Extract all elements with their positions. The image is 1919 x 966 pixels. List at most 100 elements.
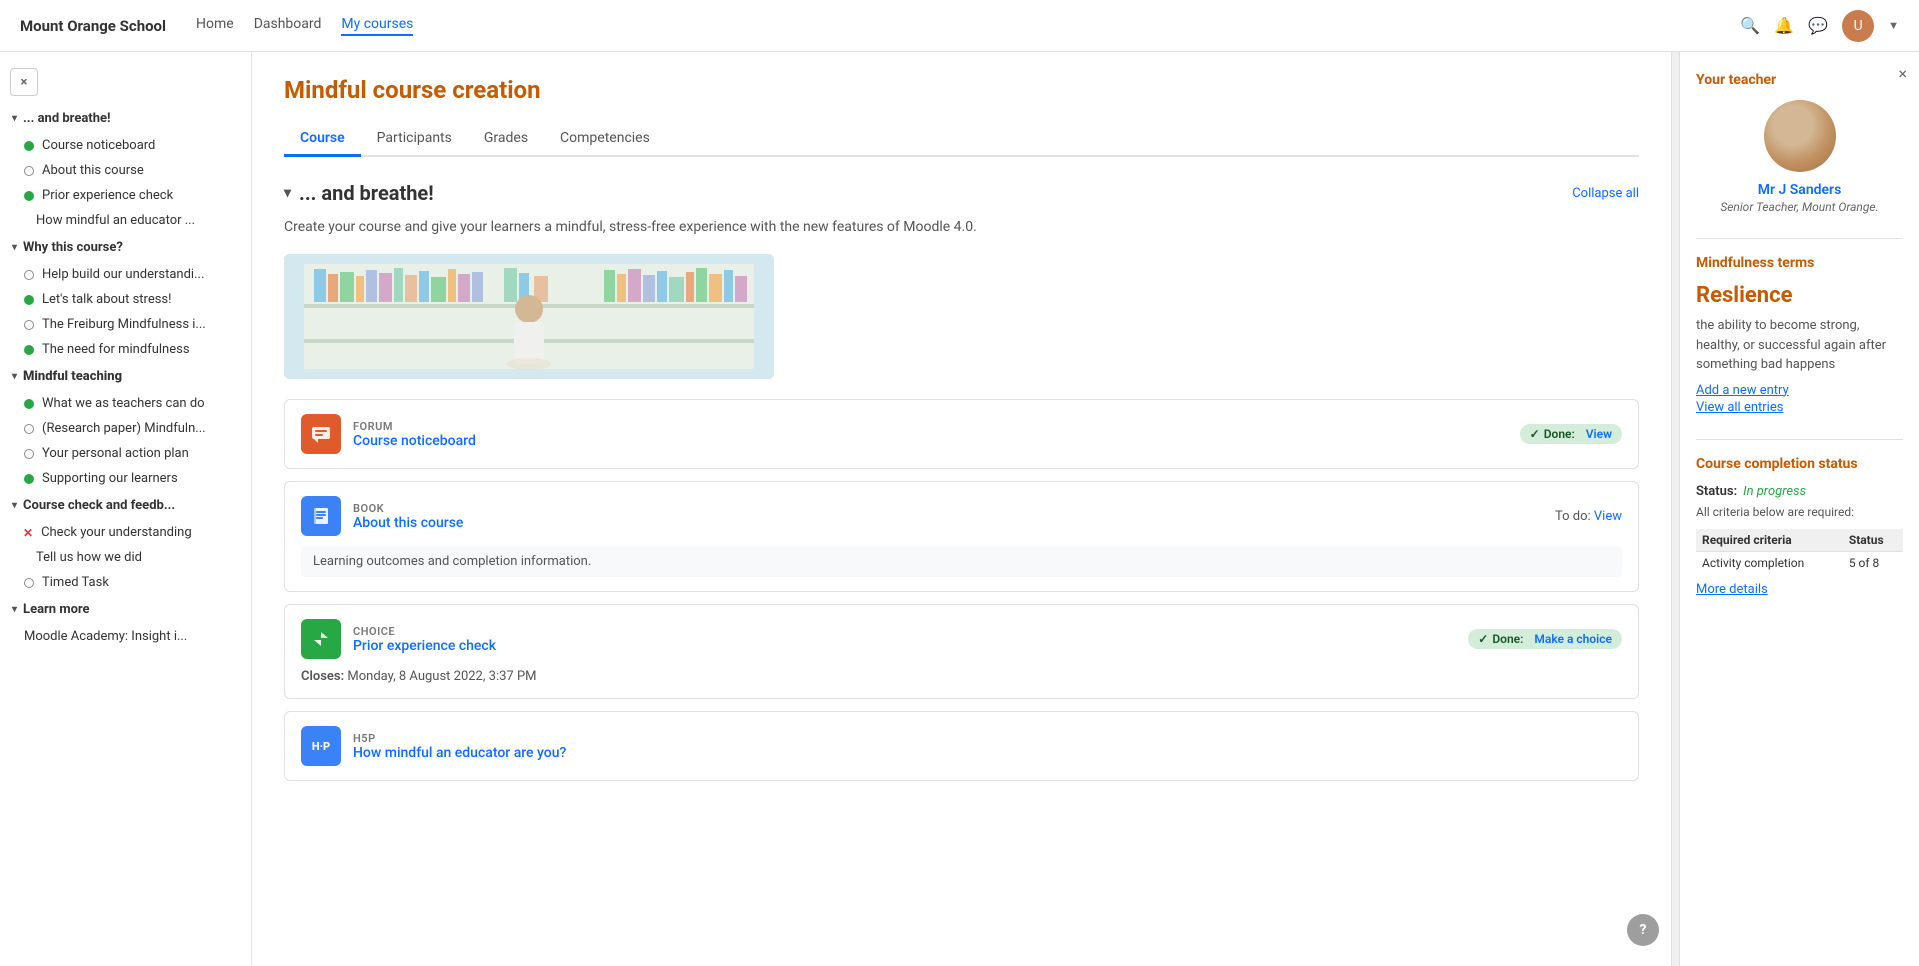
right-panel: × Your teacher Mr J Sanders Senior Teach… — [1679, 52, 1919, 966]
activity-name-book[interactable]: About this course — [353, 515, 1543, 531]
sidebar-section-learn-more[interactable]: ▾ Learn more — [0, 595, 251, 624]
chevron-down-icon: ▾ — [284, 185, 291, 201]
rp-criteria-table: Required criteria Status Activity comple… — [1696, 529, 1903, 574]
sidebar-item-talk-stress[interactable]: Let's talk about stress! — [0, 287, 251, 312]
sidebar-section-mindful-teaching[interactable]: ▾ Mindful teaching — [0, 362, 251, 391]
activity-type-forum: FORUM — [353, 420, 1508, 433]
activity-card-choice: CHOICE Prior experience check Done: Make… — [284, 604, 1639, 699]
nav-home[interactable]: Home — [196, 16, 234, 36]
rp-terms-section: Mindfulness terms Reslience the ability … — [1696, 255, 1903, 415]
search-icon[interactable]: 🔍 — [1740, 16, 1760, 35]
rp-divider-2 — [1696, 439, 1903, 440]
sidebar-close-button[interactable]: × — [10, 68, 38, 96]
rp-view-entries-link[interactable]: View all entries — [1696, 400, 1903, 415]
avatar-chevron[interactable]: ▼ — [1888, 19, 1899, 32]
teacher-avatar — [1764, 100, 1836, 172]
dot-green-icon — [24, 141, 34, 151]
book-icon — [301, 496, 341, 536]
sidebar-item-help-build[interactable]: Help build our understandi... — [0, 262, 251, 287]
sidebar-item-moodle-academy[interactable]: Moodle Academy: Insight i... — [0, 624, 251, 649]
sidebar-item-check-understanding[interactable]: ✕ Check your understanding — [0, 520, 251, 545]
activity-status-book: To do: View — [1555, 508, 1622, 524]
status-todo-label: To do: View — [1555, 509, 1622, 524]
tab-participants[interactable]: Participants — [361, 122, 468, 157]
activity-info-h5p: H5P How mindful an educator are you? — [353, 732, 1622, 761]
h5p-icon: H·P — [301, 726, 341, 766]
status-view-link[interactable]: View — [1586, 427, 1612, 441]
help-button[interactable]: ? — [1627, 914, 1659, 946]
status-done-badge: Done: View — [1520, 424, 1622, 444]
activity-subtext-book: Learning outcomes and completion informa… — [301, 546, 1622, 577]
rp-teacher-title: Your teacher — [1696, 72, 1903, 88]
dot-green-icon — [24, 399, 34, 409]
sidebar-item-how-mindful[interactable]: How mindful an educator ... — [0, 208, 251, 233]
activity-info-book: BOOK About this course — [353, 502, 1543, 531]
teacher-name[interactable]: Mr J Sanders — [1696, 182, 1903, 198]
rp-status-label: Status: — [1696, 484, 1737, 499]
activity-name-forum[interactable]: Course noticeboard — [353, 433, 1508, 449]
forum-icon — [301, 414, 341, 454]
status-view-link-book[interactable]: View — [1594, 509, 1622, 524]
chevron-down-icon: ▾ — [12, 604, 17, 615]
chevron-down-icon: ▾ — [12, 242, 17, 253]
chevron-down-icon: ▾ — [12, 371, 17, 382]
activity-card-h5p: H·P H5P How mindful an educator are you? — [284, 711, 1639, 781]
dot-green-icon — [24, 345, 34, 355]
activity-type-h5p: H5P — [353, 732, 1622, 745]
chevron-down-icon: ▾ — [12, 500, 17, 511]
teacher-avatar-image — [1764, 100, 1836, 172]
activity-name-h5p[interactable]: How mindful an educator are you? — [353, 745, 1622, 761]
activity-closes-choice: Closes: Monday, 8 August 2022, 3:37 PM — [301, 669, 1622, 684]
chat-icon[interactable]: 💬 — [1808, 16, 1828, 35]
activity-status-choice: Done: Make a choice — [1468, 629, 1622, 649]
chevron-down-icon: ▾ — [12, 113, 17, 124]
brand-name: Mount Orange School — [20, 17, 166, 35]
nav-dashboard[interactable]: Dashboard — [254, 16, 322, 36]
sidebar-item-need-mindfulness[interactable]: The need for mindfulness — [0, 337, 251, 362]
section-title[interactable]: ▾ ... and breathe! — [284, 181, 434, 205]
nav-links: Home Dashboard My courses — [196, 16, 413, 36]
rp-completion-section: Course completion status Status: In prog… — [1696, 456, 1903, 597]
sidebar-item-teachers-can-do[interactable]: What we as teachers can do — [0, 391, 251, 416]
activity-name-choice[interactable]: Prior experience check — [353, 638, 1456, 654]
rp-add-entry-link[interactable]: Add a new entry — [1696, 383, 1903, 398]
collapse-all-link[interactable]: Collapse all — [1572, 186, 1639, 201]
activity-card-header-forum: FORUM Course noticeboard Done: View — [301, 414, 1622, 454]
sidebar-item-tell-how[interactable]: Tell us how we did — [0, 545, 251, 570]
sidebar-item-about-course[interactable]: About this course — [0, 158, 251, 183]
sidebar-item-prior-experience[interactable]: Prior experience check — [0, 183, 251, 208]
main-content: Mindful course creation Course Participa… — [252, 52, 1671, 966]
sidebar-item-personal-action[interactable]: Your personal action plan — [0, 441, 251, 466]
avatar[interactable]: U — [1842, 10, 1874, 42]
tab-competencies[interactable]: Competencies — [544, 122, 666, 157]
activity-card-header-book: BOOK About this course To do: View — [301, 496, 1622, 536]
bell-icon[interactable]: 🔔 — [1774, 16, 1794, 35]
tab-grades[interactable]: Grades — [468, 122, 544, 157]
rp-status-row: Status: In progress — [1696, 484, 1903, 499]
rp-term-definition: the ability to become strong, healthy, o… — [1696, 316, 1903, 375]
activity-card-header-h5p: H·P H5P How mindful an educator are you? — [301, 726, 1622, 766]
tab-course[interactable]: Course — [284, 122, 361, 157]
activity-card-book: BOOK About this course To do: View Learn… — [284, 481, 1639, 592]
rp-criteria-note: All criteria below are required: — [1696, 505, 1903, 519]
sidebar-section-why[interactable]: ▾ Why this course? — [0, 233, 251, 262]
status-make-choice-link[interactable]: Make a choice — [1534, 632, 1612, 646]
activity-info-forum: FORUM Course noticeboard — [353, 420, 1508, 449]
sidebar-item-research-paper[interactable]: (Research paper) Mindfuln... — [0, 416, 251, 441]
sidebar-item-timed-task[interactable]: Timed Task — [0, 570, 251, 595]
sidebar-section-and-breathe[interactable]: ▾ ... and breathe! — [0, 104, 251, 133]
right-panel-close-button[interactable]: × — [1898, 64, 1907, 83]
rp-more-details-link[interactable]: More details — [1696, 582, 1903, 597]
x-icon: ✕ — [23, 526, 33, 540]
rp-completion-title: Course completion status — [1696, 456, 1903, 472]
sidebar-item-supporting-learners[interactable]: Supporting our learners — [0, 466, 251, 491]
nav-mycourses[interactable]: My courses — [341, 16, 413, 36]
rp-teacher-section: Your teacher Mr J Sanders Senior Teacher… — [1696, 72, 1903, 214]
activity-info-choice: CHOICE Prior experience check — [353, 625, 1456, 654]
sidebar-section-course-check[interactable]: ▾ Course check and feedb... — [0, 491, 251, 520]
dot-green-icon — [24, 295, 34, 305]
sidebar-item-course-noticeboard[interactable]: Course noticeboard — [0, 133, 251, 158]
sidebar-item-freiburg[interactable]: The Freiburg Mindfulness i... — [0, 312, 251, 337]
rp-status-cell: 5 of 8 — [1843, 551, 1903, 574]
rp-status-col-header: Status — [1843, 529, 1903, 552]
